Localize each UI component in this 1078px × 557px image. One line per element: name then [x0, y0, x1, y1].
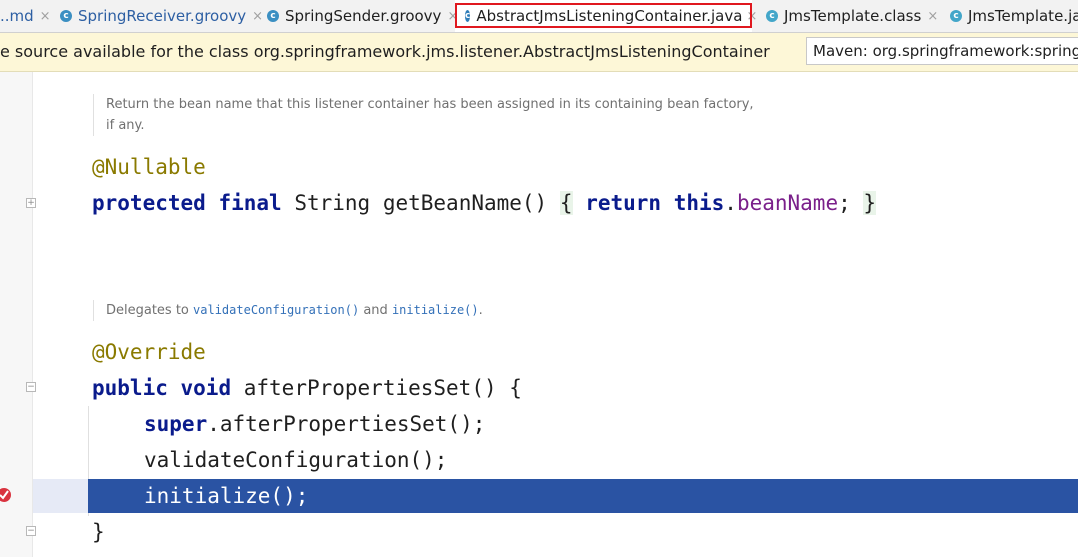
tab-label: JmsTemplate.java [968, 7, 1078, 25]
brace: } [92, 520, 105, 544]
type-name: String [294, 191, 371, 215]
groovy-file-icon: c [60, 10, 72, 22]
method-signature: afterPropertiesSet() { [243, 376, 522, 400]
tab-label: SpringSender.groovy [285, 7, 442, 25]
keyword: super [144, 412, 208, 436]
keyword: return [585, 191, 662, 215]
field-name: beanName [736, 191, 839, 215]
tab-spring-receiver[interactable]: c SpringReceiver.groovy × [60, 0, 263, 32]
maven-library-dropdown[interactable]: Maven: org.springframework:spring-jms [806, 37, 1078, 65]
folded-brace[interactable]: { [559, 191, 573, 215]
groovy-file-icon: c [267, 10, 279, 22]
close-icon[interactable]: × [40, 9, 51, 24]
keyword: final [218, 191, 282, 215]
code-line-initialize: initialize(); [144, 478, 308, 514]
source-notice-message: e source available for the class org.spr… [0, 42, 770, 61]
doc-text: . [478, 303, 483, 318]
tab-jms-template-class[interactable]: c JmsTemplate.class × [766, 0, 938, 32]
method-name: getBeanName() [382, 191, 548, 215]
editor-gutter[interactable] [0, 72, 33, 557]
keyword: void [180, 376, 232, 400]
fold-expand-icon[interactable]: + [26, 198, 36, 208]
fold-collapse-icon[interactable]: − [26, 526, 36, 536]
code-line-super: super.afterPropertiesSet(); [144, 406, 485, 442]
doc-line: if any. [106, 118, 145, 133]
tab-label: ..md [0, 7, 34, 25]
javadoc-comment: Return the bean name that this listener … [93, 94, 754, 136]
code-line-nullable: @Nullable [92, 149, 206, 185]
annotation: @Nullable [92, 155, 206, 179]
code-line-getbeanname: protected final String getBeanName() { r… [92, 185, 877, 221]
breakpoint-check-icon[interactable] [0, 486, 14, 504]
code-line-afterpropertiesset: public void afterPropertiesSet() { [92, 370, 522, 406]
doc-line: Return the bean name that this listener … [106, 97, 754, 112]
method-call: .afterPropertiesSet(); [207, 412, 486, 436]
tab-md[interactable]: ..md × [0, 0, 51, 32]
keyword: public [92, 376, 168, 400]
tab-spring-sender[interactable]: c SpringSender.groovy × [267, 0, 458, 32]
java-class-file-icon: c [950, 10, 962, 22]
doc-code-link[interactable]: validateConfiguration() [193, 303, 359, 317]
editor-tab-bar: ..md × c SpringReceiver.groovy × c Sprin… [0, 0, 1078, 33]
semicolon: ; [838, 191, 851, 215]
doc-text: and [359, 303, 392, 318]
code-editor[interactable]: + − − Return the bean name that this lis… [0, 72, 1078, 557]
selected-line-gutter [33, 479, 88, 513]
annotation: @Override [92, 340, 206, 364]
method-call: initialize(); [144, 484, 309, 508]
close-icon[interactable]: × [252, 9, 263, 24]
dot: . [724, 191, 737, 215]
tab-highlight-box [455, 3, 752, 28]
doc-code-link[interactable]: initialize() [392, 303, 479, 317]
keyword: protected [92, 191, 206, 215]
tab-label: SpringReceiver.groovy [78, 7, 247, 25]
code-line-close-brace: } [92, 514, 105, 550]
tab-abstract-jms-listening-container[interactable]: c AbstractJmsListeningContainer.java × [455, 0, 757, 32]
code-line-override: @Override [92, 334, 206, 370]
tab-label: JmsTemplate.class [784, 7, 922, 25]
class-file-icon: c [766, 10, 778, 22]
close-icon[interactable]: × [927, 9, 938, 24]
method-call: validateConfiguration(); [144, 448, 448, 472]
doc-text: Delegates to [106, 303, 194, 318]
keyword: this [673, 191, 725, 215]
code-line-validate: validateConfiguration(); [144, 442, 447, 478]
javadoc-comment: Delegates to validateConfiguration() and… [93, 300, 483, 321]
fold-collapse-icon[interactable]: − [26, 382, 36, 392]
folded-brace[interactable]: } [863, 191, 877, 215]
tab-jms-template-java[interactable]: c JmsTemplate.java [950, 0, 1078, 32]
source-notice-bar: e source available for the class org.spr… [0, 33, 1078, 72]
